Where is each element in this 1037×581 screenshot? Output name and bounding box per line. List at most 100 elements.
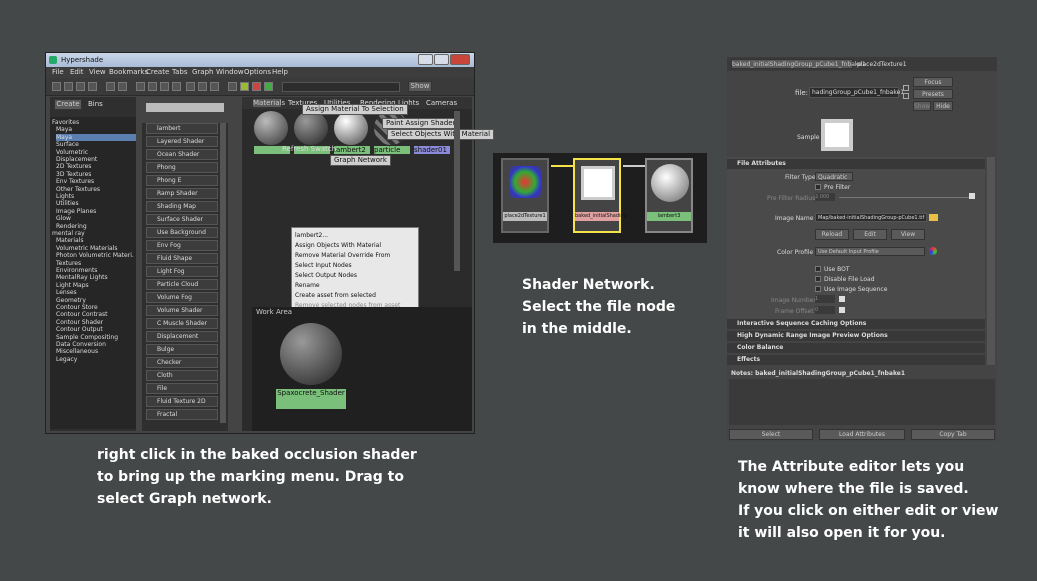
minimize-icon[interactable] [418, 54, 433, 65]
tree-item[interactable]: Displacement [56, 156, 97, 163]
pre-filter-radius-field[interactable]: 2.000 [815, 193, 835, 201]
tree-item[interactable]: Rendering [56, 223, 87, 230]
layout-bottom-icon[interactable] [76, 82, 85, 91]
shader-list-scrollbar[interactable] [220, 123, 226, 423]
use-bot-checkbox[interactable] [815, 266, 821, 272]
hdr-preview-section[interactable]: High Dynamic Range Image Preview Options [727, 331, 985, 341]
tree-item[interactable]: Surface [56, 141, 79, 148]
tree-item[interactable]: Light Maps [56, 282, 89, 289]
menu-options[interactable]: Options [244, 68, 271, 77]
tree-item[interactable]: Textures [56, 260, 81, 267]
work-sphere-swatch[interactable] [280, 323, 342, 385]
assign-material-item[interactable]: Assign Material To Selection [302, 104, 408, 115]
filter-type-dropdown[interactable]: Quadratic [815, 172, 853, 181]
map-icon[interactable] [969, 193, 975, 199]
context-menu-item[interactable]: Rename [292, 281, 320, 290]
graph-network-item[interactable]: Graph Network [330, 155, 391, 166]
tab-baked-shading[interactable]: baked_initialShadingGroup_pCube1_fnbake1 [731, 59, 866, 69]
view-button[interactable]: View [891, 229, 925, 240]
shader-list-item[interactable]: Surface Shader [146, 214, 218, 225]
stop-icon[interactable] [252, 82, 261, 91]
tab-bins[interactable]: Bins [88, 100, 103, 109]
graph-icon[interactable] [136, 82, 145, 91]
tree-item[interactable]: Maya [56, 133, 136, 141]
paint-assign-item[interactable]: Paint Assign Shader [382, 118, 460, 129]
layout-top-icon[interactable] [64, 82, 73, 91]
shader-list-item[interactable]: Checker [146, 357, 218, 368]
context-menu-item[interactable]: Assign Objects With Material [292, 241, 381, 250]
copy-tab-button[interactable]: Copy Tab [911, 429, 995, 440]
interactive-caching-section[interactable]: Interactive Sequence Caching Options [727, 319, 985, 329]
search-field[interactable] [282, 82, 400, 92]
shader-list-item[interactable]: File [146, 383, 218, 394]
menu-tabs[interactable]: Tabs [172, 68, 188, 77]
context-menu-item[interactable]: Remove Material Override From [292, 251, 390, 260]
context-menu-item[interactable]: lambert2... [292, 231, 328, 240]
shader-list-item[interactable]: Bulge [146, 344, 218, 355]
tree-item[interactable]: Volumetric [56, 149, 88, 156]
tree-item[interactable]: 3D Textures [56, 171, 91, 178]
tree-item[interactable]: Utilities [56, 200, 79, 207]
shader-list-item[interactable]: Fluid Texture 2D [146, 396, 218, 407]
use-image-sequence-checkbox[interactable] [815, 286, 821, 292]
grid-icon[interactable] [106, 82, 115, 91]
menu-graph[interactable]: Graph [192, 68, 213, 77]
work-node-ports[interactable] [276, 399, 346, 409]
pre-filter-radius-slider[interactable] [839, 197, 969, 198]
notes-field[interactable] [729, 379, 995, 425]
tree-item[interactable]: Contour Contrast [56, 311, 108, 318]
map-icon[interactable] [839, 296, 845, 302]
tree-item[interactable]: MentalRay Lights [56, 274, 108, 281]
folder-icon[interactable] [929, 214, 938, 221]
layout-tabs-icon[interactable] [88, 82, 97, 91]
ipr-icon[interactable] [240, 82, 249, 91]
tree-item[interactable]: Environments [56, 267, 97, 274]
menu-bookmarks[interactable]: Bookmarks [109, 68, 148, 77]
tree-item[interactable]: Lights [56, 193, 74, 200]
color-balance-section[interactable]: Color Balance [727, 343, 985, 353]
menu-view[interactable]: View [89, 68, 106, 77]
shader-list-item[interactable]: Volume Fog [146, 292, 218, 303]
tree-item[interactable]: Image Planes [56, 208, 96, 215]
shader-list-item[interactable]: Use Background [146, 227, 218, 238]
tree-item[interactable]: Photon Volumetric Materi. [56, 252, 134, 259]
tree-item[interactable]: Contour Shader [56, 319, 103, 326]
presets-button[interactable]: Presets [913, 89, 953, 99]
tree-item[interactable]: Contour Output [56, 326, 103, 333]
clear-graph-icon[interactable] [198, 82, 207, 91]
grid-small-icon[interactable] [118, 82, 127, 91]
color-profile-dropdown[interactable]: Use Default Input Profile [815, 247, 925, 256]
tree-item[interactable]: Sample Compositing [56, 334, 118, 341]
tree-item[interactable]: 2D Textures [56, 163, 91, 170]
place2d-node[interactable]: place2dTexture1 [501, 158, 549, 233]
shader-list-item[interactable]: C Muscle Shader [146, 318, 218, 329]
context-menu-item[interactable]: Select Input Nodes [292, 261, 352, 270]
menu-edit[interactable]: Edit [70, 68, 84, 77]
menu-window[interactable]: Window [216, 68, 244, 77]
tree-item[interactable]: Volumetric Materials [56, 245, 118, 252]
tree-item[interactable]: Env Textures [56, 178, 94, 185]
shader-list-item[interactable]: Phong [146, 162, 218, 173]
tree-item[interactable]: Glow [56, 215, 71, 222]
menu-file[interactable]: File [52, 68, 64, 77]
shader-list-item[interactable]: Light Fog [146, 266, 218, 277]
tree-item[interactable]: Other Textures [56, 186, 100, 193]
graph-input-icon[interactable] [148, 82, 157, 91]
shader-list-item[interactable]: Ocean Shader [146, 149, 218, 160]
materials-scrollbar[interactable] [454, 111, 460, 271]
tree-item[interactable]: Contour Store [56, 304, 98, 311]
file-name-field[interactable]: hadingGroup_pCube1_fnbake1 [809, 87, 904, 98]
shader-list-item[interactable]: Layered Shader [146, 136, 218, 147]
shader-list-item[interactable]: Displacement [146, 331, 218, 342]
graph-output-icon[interactable] [160, 82, 169, 91]
tree-item[interactable]: Geometry [56, 297, 86, 304]
graph-up-icon[interactable] [172, 82, 181, 91]
material-swatch[interactable] [254, 111, 288, 145]
rearrange-icon[interactable] [210, 82, 219, 91]
search-slider[interactable] [146, 103, 224, 112]
menu-create[interactable]: Create [146, 68, 169, 77]
load-attributes-button[interactable]: Load Attributes [819, 429, 905, 440]
close-icon[interactable] [450, 54, 470, 65]
material-swatch[interactable] [294, 111, 328, 145]
tree-item[interactable]: Favorites [52, 119, 79, 126]
